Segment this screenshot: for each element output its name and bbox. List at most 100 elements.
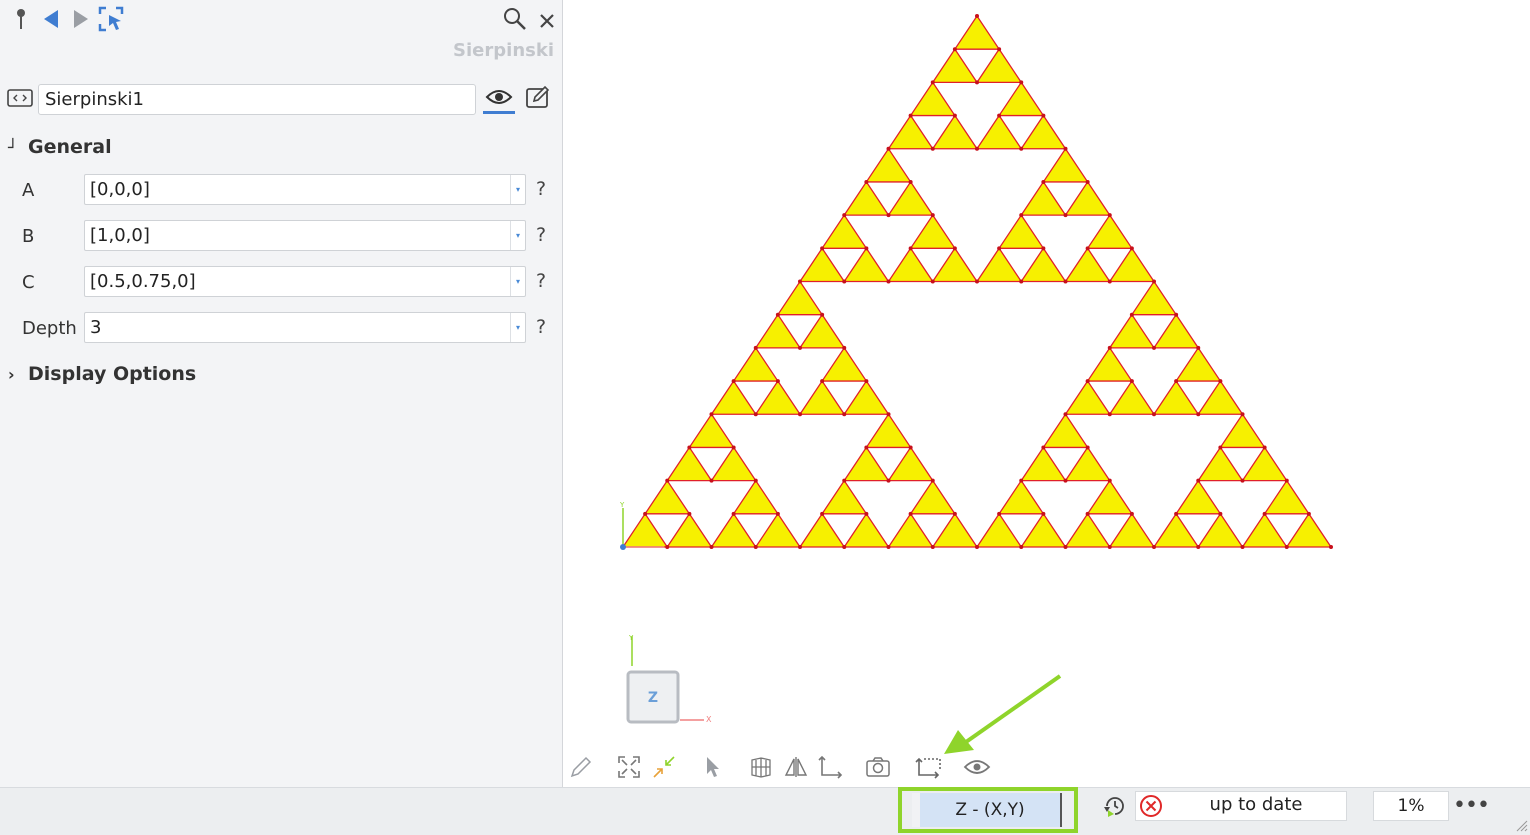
fractal-vertex	[997, 47, 1002, 52]
fractal-vertex	[842, 345, 847, 350]
fractal-triangle	[754, 379, 802, 415]
dropdown-icon[interactable]: ▾	[510, 175, 525, 204]
zoom-selection-icon[interactable]	[649, 752, 679, 782]
view-plane-icon[interactable]	[913, 752, 943, 782]
more-options-button[interactable]: •••	[1453, 793, 1490, 818]
fractal-vertex	[952, 113, 957, 118]
help-button-a[interactable]: ?	[536, 178, 546, 200]
property-field-depth[interactable]: 3 ▾	[84, 312, 526, 343]
fractal-vertex	[731, 445, 736, 450]
visibility-toggle[interactable]	[483, 82, 515, 114]
camera-icon[interactable]	[863, 752, 893, 782]
fractal-vertex	[1174, 511, 1179, 516]
mirror-icon[interactable]	[781, 752, 811, 782]
back-arrow-icon[interactable]	[38, 6, 64, 32]
fractal-vertex	[975, 545, 979, 549]
fractal-vertex	[930, 146, 935, 151]
history-icon[interactable]	[1100, 791, 1130, 821]
fractal-triangle	[710, 446, 757, 482]
axes-icon[interactable]	[815, 752, 845, 782]
fractal-vertex	[886, 213, 891, 218]
fractal-triangle	[1174, 346, 1222, 382]
fractal-vertex	[1262, 511, 1267, 516]
fractal-triangle	[1020, 512, 1067, 548]
dropdown-icon[interactable]: ▾	[510, 221, 525, 250]
grid-icon[interactable]	[746, 752, 776, 782]
fractal-triangle	[798, 512, 846, 548]
fractal-triangle	[887, 247, 934, 283]
fractal-vertex	[1107, 345, 1112, 350]
property-value-c: [0.5,0.75,0]	[90, 271, 196, 292]
fractal-vertex	[864, 445, 869, 450]
navigation-cube[interactable]: Y X Z	[624, 630, 724, 730]
progress-field: 1%	[1373, 791, 1449, 821]
property-field-b[interactable]: [1,0,0] ▾	[84, 220, 526, 251]
fractal-triangle	[1108, 313, 1156, 349]
view-plane-label[interactable]: Z - (X,Y)	[912, 793, 1062, 827]
fractal-triangle	[953, 14, 1001, 50]
fractal-triangle	[1064, 180, 1111, 216]
navcube-y-label: Y	[628, 634, 634, 642]
3d-viewport[interactable]: Y Y X Z	[564, 0, 1530, 787]
section-general-header[interactable]: ┘ General	[8, 136, 112, 158]
help-button-depth[interactable]: ?	[536, 316, 546, 338]
fractal-vertex	[753, 545, 758, 549]
fractal-triangle	[1042, 147, 1089, 183]
fractal-triangle	[1020, 446, 1067, 482]
edit-icon[interactable]	[524, 84, 552, 112]
dropdown-icon[interactable]: ▾	[510, 267, 525, 296]
fractal-triangle	[1086, 346, 1134, 382]
forward-arrow-icon[interactable]	[68, 6, 94, 32]
fractal-triangle	[1197, 512, 1244, 548]
fractal-vertex	[1174, 379, 1179, 384]
navcube-x-label: X	[706, 715, 712, 724]
fractal-triangle	[975, 512, 1023, 548]
fractal-triangle	[1197, 379, 1244, 415]
fractal-triangle	[975, 48, 1023, 84]
zoom-extents-icon[interactable]	[614, 752, 644, 782]
fractal-vertex	[1129, 379, 1134, 384]
pencil-icon[interactable]	[566, 752, 596, 782]
fractal-triangle	[820, 213, 868, 249]
stop-icon[interactable]	[1139, 794, 1163, 818]
fractal-vertex	[1063, 478, 1068, 483]
fractal-triangle	[865, 147, 912, 183]
help-button-c[interactable]: ?	[536, 270, 546, 292]
properties-panel: Sierpinski ┘ General A [0,0,0] ▾ ? B [1,…	[0, 0, 563, 787]
fractal-triangle	[1130, 280, 1178, 316]
fractal-vertex	[886, 412, 891, 417]
fractal-vertex	[731, 511, 736, 516]
fractal-vertex	[1329, 545, 1333, 549]
help-button-b[interactable]: ?	[536, 224, 546, 246]
property-field-a[interactable]: [0,0,0] ▾	[84, 174, 526, 205]
fractal-triangle	[1152, 379, 1200, 415]
navcube-face-label: Z	[648, 690, 658, 706]
fractal-vertex	[665, 545, 670, 549]
fractal-vertex	[886, 545, 891, 549]
dropdown-icon[interactable]: ▾	[510, 313, 525, 342]
section-display-options-label: Display Options	[28, 363, 197, 385]
search-icon[interactable]	[502, 6, 528, 32]
fractal-triangle	[732, 479, 780, 515]
section-display-options-header[interactable]: › Display Options	[8, 363, 196, 385]
fractal-vertex	[1152, 545, 1156, 549]
close-icon[interactable]	[534, 8, 560, 34]
object-name-input[interactable]	[38, 84, 476, 115]
fractal-triangle	[975, 247, 1023, 283]
pin-icon[interactable]	[8, 6, 34, 32]
pointer-icon[interactable]	[698, 752, 728, 782]
fractal-vertex	[1019, 279, 1024, 284]
fractal-triangle	[931, 48, 979, 84]
fractal-triangle	[887, 512, 934, 548]
fractal-vertex	[930, 80, 935, 85]
eye-icon	[485, 89, 513, 104]
resize-grip-icon[interactable]	[1514, 818, 1528, 832]
fractal-triangle	[1152, 313, 1200, 349]
fractal-vertex	[886, 478, 891, 483]
property-field-c[interactable]: [0.5,0.75,0] ▾	[84, 266, 526, 297]
fractal-vertex	[1085, 511, 1090, 516]
select-pick-icon[interactable]	[98, 6, 124, 32]
fractal-vertex	[864, 246, 869, 251]
property-value-b: [1,0,0]	[90, 225, 150, 246]
fractal-triangle	[887, 114, 934, 150]
